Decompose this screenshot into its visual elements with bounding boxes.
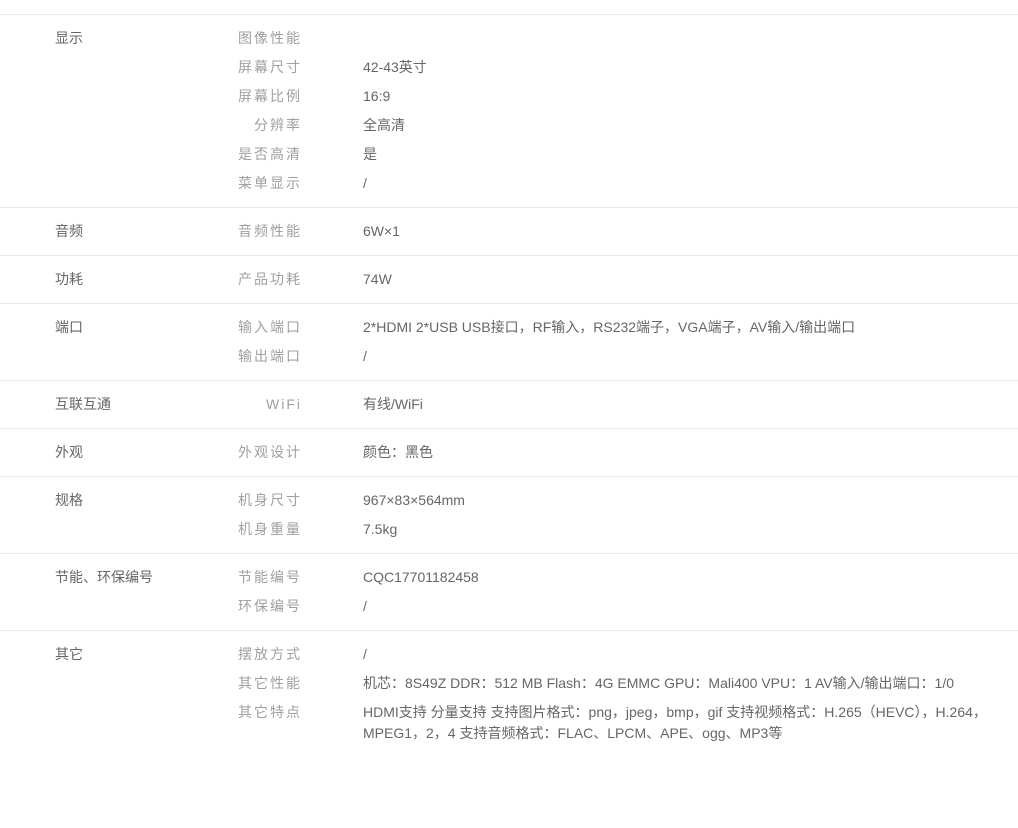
spec-value: / xyxy=(363,346,1018,367)
spec-section: 外观 外观设计 颜色：黑色 xyxy=(0,429,1018,477)
spec-rows: 音频性能 6W×1 xyxy=(233,221,1018,250)
spec-value: 全高清 xyxy=(363,115,1018,136)
spec-value: 是 xyxy=(363,144,1018,165)
spec-category: 规格 xyxy=(0,490,233,548)
spec-row: 是否高清 是 xyxy=(233,144,1018,165)
spec-section: 功耗 产品功耗 74W xyxy=(0,256,1018,304)
spec-row: 图像性能 xyxy=(233,28,1018,49)
spec-row: 分辨率 全高清 xyxy=(233,115,1018,136)
spec-rows: 图像性能 屏幕尺寸 42-43英寸 屏幕比例 16:9 分辨率 全高清 是否高清… xyxy=(233,28,1018,202)
spec-row: 输入端口 2*HDMI 2*USB USB接口，RF输入，RS232端子，VGA… xyxy=(233,317,1018,338)
spec-label: 环保编号 xyxy=(233,596,302,617)
spec-row: 屏幕尺寸 42-43英寸 xyxy=(233,57,1018,78)
spec-value: CQC17701182458 xyxy=(363,567,1018,588)
spec-label: 机身重量 xyxy=(233,519,302,540)
spec-rows: WiFi 有线/WiFi xyxy=(233,394,1018,423)
spec-label: 节能编号 xyxy=(233,567,302,588)
spec-row: 机身尺寸 967×83×564mm xyxy=(233,490,1018,511)
spec-category: 互联互通 xyxy=(0,394,233,423)
spec-rows: 产品功耗 74W xyxy=(233,269,1018,298)
spec-label: 机身尺寸 xyxy=(233,490,302,511)
spec-row: WiFi 有线/WiFi xyxy=(233,394,1018,415)
spec-category: 外观 xyxy=(0,442,233,471)
spec-category: 功耗 xyxy=(0,269,233,298)
spec-label: 其它性能 xyxy=(233,673,302,694)
spec-label: WiFi xyxy=(233,394,302,415)
spec-row: 其它特点 HDMI支持 分量支持 支持图片格式：png，jpeg，bmp，gif… xyxy=(233,702,1018,744)
spec-row: 环保编号 / xyxy=(233,596,1018,617)
spec-label: 外观设计 xyxy=(233,442,302,463)
spec-section: 端口 输入端口 2*HDMI 2*USB USB接口，RF输入，RS232端子，… xyxy=(0,304,1018,381)
spec-row: 摆放方式 / xyxy=(233,644,1018,665)
spec-row: 其它性能 机芯：8S49Z DDR：512 MB Flash：4G EMMC G… xyxy=(233,673,1018,694)
spec-value: 16:9 xyxy=(363,86,1018,107)
spec-value xyxy=(363,28,1018,49)
spec-rows: 摆放方式 / 其它性能 机芯：8S49Z DDR：512 MB Flash：4G… xyxy=(233,644,1018,752)
spec-category: 其它 xyxy=(0,644,233,752)
spec-category: 端口 xyxy=(0,317,233,375)
spec-row: 机身重量 7.5kg xyxy=(233,519,1018,540)
spec-label: 屏幕尺寸 xyxy=(233,57,302,78)
spec-section: 规格 机身尺寸 967×83×564mm 机身重量 7.5kg xyxy=(0,477,1018,554)
spec-label: 分辨率 xyxy=(233,115,302,136)
spec-label: 其它特点 xyxy=(233,702,302,744)
spec-category: 显示 xyxy=(0,28,233,202)
spec-section: 其它 摆放方式 / 其它性能 机芯：8S49Z DDR：512 MB Flash… xyxy=(0,631,1018,757)
spec-rows: 外观设计 颜色：黑色 xyxy=(233,442,1018,471)
spec-value: 6W×1 xyxy=(363,221,1018,242)
spec-category: 节能、环保编号 xyxy=(0,567,233,625)
spec-row: 外观设计 颜色：黑色 xyxy=(233,442,1018,463)
spec-section: 互联互通 WiFi 有线/WiFi xyxy=(0,381,1018,429)
spec-value: HDMI支持 分量支持 支持图片格式：png，jpeg，bmp，gif 支持视频… xyxy=(363,702,1018,744)
spec-label: 输出端口 xyxy=(233,346,302,367)
spec-label: 屏幕比例 xyxy=(233,86,302,107)
spec-label: 图像性能 xyxy=(233,28,302,49)
spec-category: 音频 xyxy=(0,221,233,250)
spec-label: 是否高清 xyxy=(233,144,302,165)
spec-value: / xyxy=(363,596,1018,617)
spec-row: 菜单显示 / xyxy=(233,173,1018,194)
spec-row: 输出端口 / xyxy=(233,346,1018,367)
spec-value: 机芯：8S49Z DDR：512 MB Flash：4G EMMC GPU：Ma… xyxy=(363,673,1018,694)
spec-section: 音频 音频性能 6W×1 xyxy=(0,208,1018,256)
spec-label: 摆放方式 xyxy=(233,644,302,665)
spec-value: 967×83×564mm xyxy=(363,490,1018,511)
spec-value: / xyxy=(363,173,1018,194)
spec-value: 7.5kg xyxy=(363,519,1018,540)
spec-rows: 节能编号 CQC17701182458 环保编号 / xyxy=(233,567,1018,625)
spec-rows: 输入端口 2*HDMI 2*USB USB接口，RF输入，RS232端子，VGA… xyxy=(233,317,1018,375)
spec-value: 颜色：黑色 xyxy=(363,442,1018,463)
spec-value: 有线/WiFi xyxy=(363,394,1018,415)
spec-row: 屏幕比例 16:9 xyxy=(233,86,1018,107)
spec-value: 42-43英寸 xyxy=(363,57,1018,78)
spec-value: / xyxy=(363,644,1018,665)
spec-label: 菜单显示 xyxy=(233,173,302,194)
spec-row: 产品功耗 74W xyxy=(233,269,1018,290)
spec-value: 74W xyxy=(363,269,1018,290)
spec-rows: 机身尺寸 967×83×564mm 机身重量 7.5kg xyxy=(233,490,1018,548)
spec-label: 输入端口 xyxy=(233,317,302,338)
spec-table: 显示 图像性能 屏幕尺寸 42-43英寸 屏幕比例 16:9 分辨率 全高清 是… xyxy=(0,14,1018,757)
spec-row: 音频性能 6W×1 xyxy=(233,221,1018,242)
spec-row: 节能编号 CQC17701182458 xyxy=(233,567,1018,588)
spec-label: 音频性能 xyxy=(233,221,302,242)
spec-label: 产品功耗 xyxy=(233,269,302,290)
spec-value: 2*HDMI 2*USB USB接口，RF输入，RS232端子，VGA端子，AV… xyxy=(363,317,1018,338)
spec-section: 显示 图像性能 屏幕尺寸 42-43英寸 屏幕比例 16:9 分辨率 全高清 是… xyxy=(0,15,1018,208)
spec-section: 节能、环保编号 节能编号 CQC17701182458 环保编号 / xyxy=(0,554,1018,631)
